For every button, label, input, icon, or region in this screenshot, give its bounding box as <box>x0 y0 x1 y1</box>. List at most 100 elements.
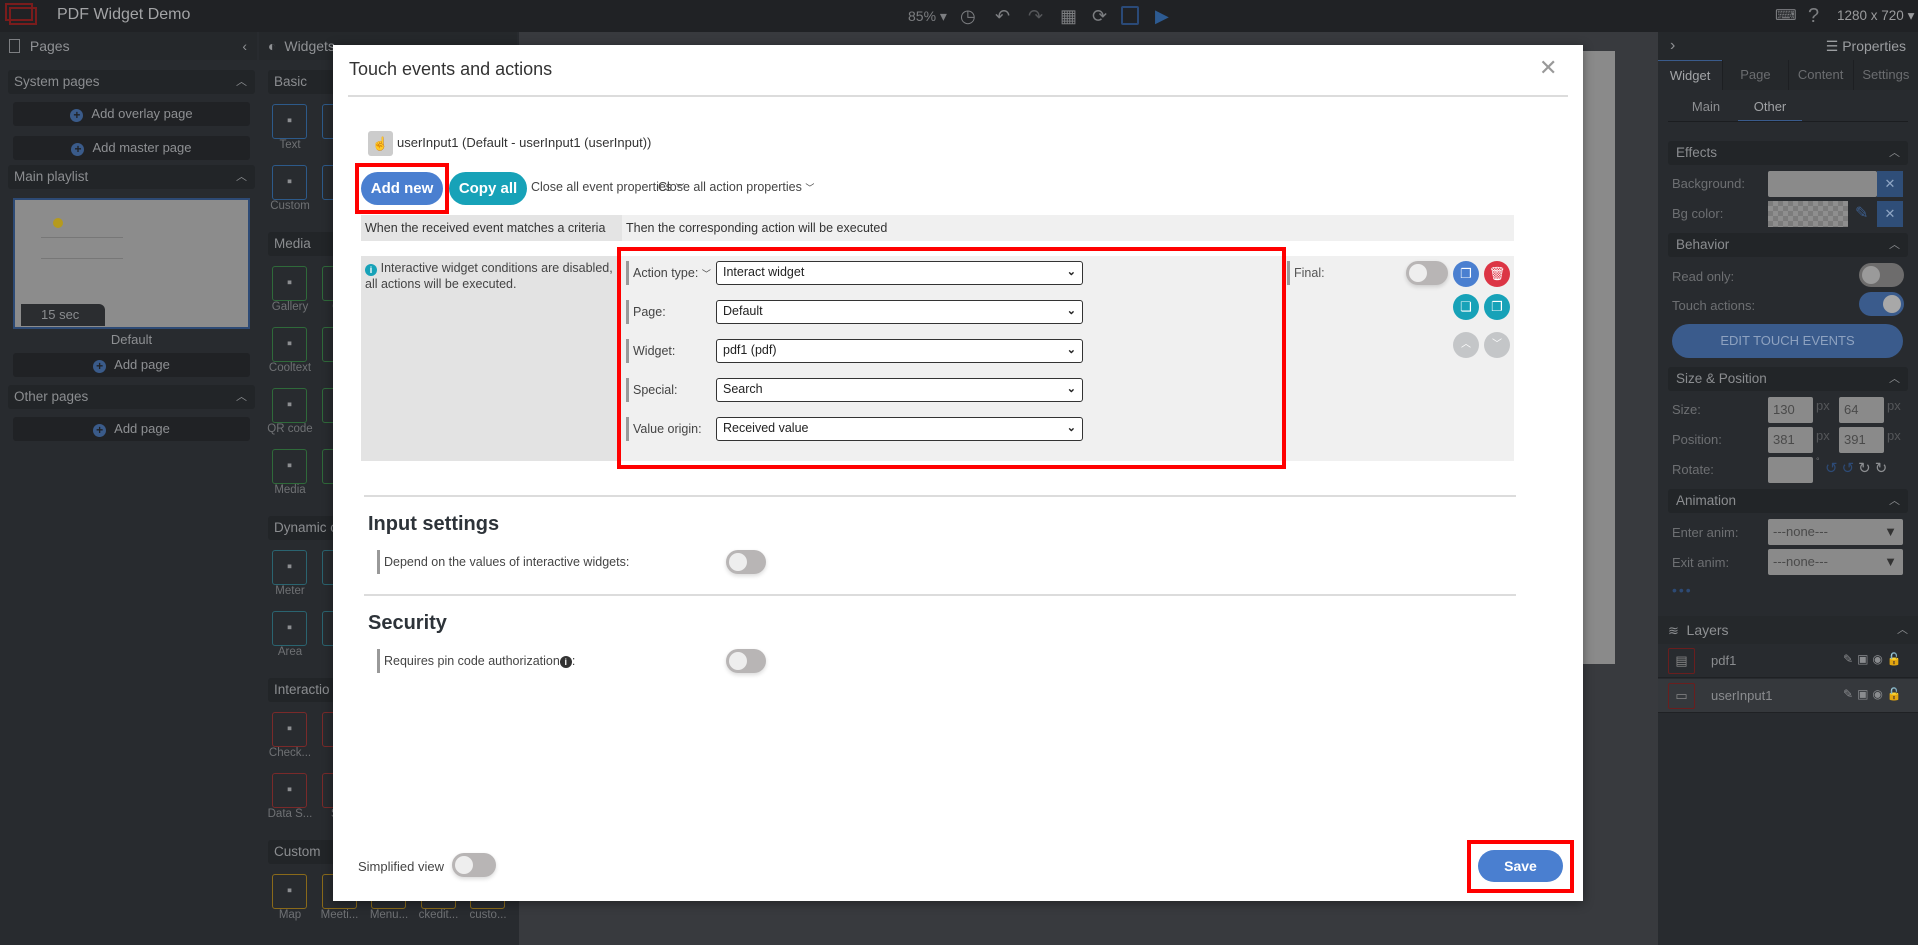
tab-content[interactable]: Content <box>1787 60 1853 90</box>
unlock-icon[interactable]: 🔓 <box>1887 687 1906 701</box>
pencil-icon[interactable]: ✎ <box>1843 687 1857 701</box>
enter-anim-select[interactable]: ---none--- ▼ <box>1768 519 1903 545</box>
divider <box>364 594 1516 596</box>
move-down-icon[interactable]: ﹀ <box>1484 332 1510 358</box>
layer-row[interactable]: ▭ userInput1 ✎▣◉🔓 <box>1658 679 1918 713</box>
add-new-button[interactable]: Add new <box>361 172 443 205</box>
widget-tile[interactable]: ▪ Media <box>272 449 320 496</box>
x-input[interactable]: 381 <box>1768 427 1813 453</box>
grid-icon[interactable]: ▦ <box>1060 7 1077 25</box>
expand-icon[interactable]: › <box>1670 32 1675 60</box>
refresh-icon[interactable]: ⟳ <box>1092 7 1107 25</box>
animation-header[interactable]: Animation ︿ <box>1668 489 1908 513</box>
close-action-properties-link[interactable]: Close all action properties ﹀ <box>658 180 814 194</box>
y-input[interactable]: 391 <box>1839 427 1884 453</box>
background-input[interactable] <box>1768 171 1877 197</box>
close-icon[interactable]: ✕ <box>1539 55 1557 81</box>
help-icon[interactable]: ? <box>1808 6 1819 26</box>
select-icon[interactable]: ▣ <box>1857 687 1872 701</box>
plus-icon: + <box>93 360 107 373</box>
section-title: Animation <box>1676 493 1737 508</box>
eyedropper-icon[interactable]: ✎ <box>1855 203 1868 223</box>
chevron-up-icon: ︿ <box>1889 239 1900 251</box>
exit-anim-select[interactable]: ---none--- ▼ <box>1768 549 1903 575</box>
layers-header[interactable]: ≋ Layers ︿ <box>1658 616 1918 644</box>
redo-icon[interactable]: ↷ <box>1028 7 1043 25</box>
final-toggle[interactable] <box>1406 261 1448 285</box>
eye-icon[interactable]: ◉ <box>1872 687 1886 701</box>
add-other-page-button[interactable]: + Add page <box>13 417 250 441</box>
trash-icon[interactable]: 🗑 <box>1484 261 1510 287</box>
clear-background-button[interactable]: ✕ <box>1877 171 1903 197</box>
tab-settings[interactable]: Settings <box>1852 60 1918 90</box>
rotate-ccw-icon[interactable]: ↺ <box>1842 460 1859 477</box>
keyboard-icon[interactable]: ⌨ <box>1775 7 1797 25</box>
history-icon[interactable]: ◷ <box>960 7 976 25</box>
eye-icon[interactable]: ◉ <box>1872 652 1886 666</box>
collapse-left-icon[interactable]: ‹ <box>242 32 247 60</box>
layer-row[interactable]: ▤ pdf1 ✎▣◉🔓 <box>1658 644 1918 678</box>
plus-icon: + <box>93 424 107 437</box>
hand-icon: ☝ <box>368 131 393 156</box>
rotate-buttons[interactable]: ↺↺↻↻ <box>1825 459 1891 477</box>
widget-icon: ▪ <box>272 874 307 909</box>
subtab-main[interactable]: Main <box>1674 92 1738 121</box>
resolution-select[interactable]: 1280 x 720 ▾ <box>1837 7 1914 25</box>
effects-header[interactable]: Effects ︿ <box>1668 141 1908 165</box>
save-icon[interactable] <box>1121 6 1139 25</box>
depend-toggle[interactable] <box>726 550 766 574</box>
simplified-view-toggle[interactable] <box>452 853 496 877</box>
button-label: Add overlay page <box>91 106 193 121</box>
size-position-header[interactable]: Size & Position ︿ <box>1668 367 1908 391</box>
section-title: Custom <box>274 844 321 859</box>
rotate-ccw-icon[interactable]: ↺ <box>1825 460 1842 477</box>
canvas-page[interactable] <box>1580 51 1615 664</box>
modal-title: Touch events and actions <box>349 59 553 79</box>
more-dots-icon[interactable]: ••• <box>1672 582 1693 598</box>
height-input[interactable]: 64 <box>1839 397 1884 423</box>
divider <box>348 95 1568 97</box>
bgcolor-label: Bg color: <box>1672 206 1724 221</box>
move-up-icon[interactable]: ︿ <box>1453 332 1479 358</box>
subtab-other[interactable]: Other <box>1738 92 1802 121</box>
save-button[interactable]: Save <box>1478 850 1563 882</box>
edit-touch-events-button[interactable]: EDIT TOUCH EVENTS <box>1672 324 1903 358</box>
paste-icon[interactable]: ❐ <box>1484 294 1510 320</box>
system-pages-header[interactable]: System pages ︿ <box>8 70 255 94</box>
widget-tile[interactable]: ▪ Meter <box>272 550 320 597</box>
bgcolor-swatch[interactable] <box>1768 201 1848 227</box>
properties-subtabs: Main Other <box>1668 92 1908 122</box>
unlock-icon[interactable]: 🔓 <box>1887 652 1906 666</box>
page-thumbnail-default[interactable]: 15 sec <box>13 198 250 329</box>
rotate-cw-icon[interactable]: ↻ <box>1858 460 1875 477</box>
touch-actions-toggle[interactable] <box>1859 292 1904 316</box>
tab-widget[interactable]: Widget <box>1658 60 1723 90</box>
undo-icon[interactable]: ↶ <box>995 7 1010 25</box>
zoom-select[interactable]: 85% ▾ <box>908 7 947 25</box>
copy-icon[interactable]: ❏ <box>1453 294 1479 320</box>
exit-anim-label: Exit anim: <box>1672 555 1730 570</box>
duplicate-icon[interactable]: ❐ <box>1453 261 1479 287</box>
highlight-action-fields <box>617 247 1286 469</box>
add-overlay-page-button[interactable]: + Add overlay page <box>13 102 250 126</box>
chevron-up-icon: ︿ <box>1889 373 1900 385</box>
read-only-toggle[interactable] <box>1859 263 1904 287</box>
select-icon[interactable]: ▣ <box>1857 652 1872 666</box>
tab-page[interactable]: Page <box>1722 60 1788 90</box>
pencil-icon[interactable]: ✎ <box>1843 652 1857 666</box>
copy-all-button[interactable]: Copy all <box>449 172 527 205</box>
pin-toggle[interactable] <box>726 649 766 673</box>
add-page-button[interactable]: + Add page <box>13 353 250 377</box>
pin-suffix: : <box>571 654 576 668</box>
clear-bgcolor-button[interactable]: ✕ <box>1877 201 1903 227</box>
rotate-cw-icon[interactable]: ↻ <box>1875 460 1892 477</box>
add-master-page-button[interactable]: + Add master page <box>13 136 250 160</box>
info-icon[interactable]: i <box>559 656 572 668</box>
width-input[interactable]: 130 <box>1768 397 1813 423</box>
other-pages-header[interactable]: Other pages ︿ <box>8 385 255 409</box>
play-icon[interactable]: ▶ <box>1155 7 1169 25</box>
main-playlist-header[interactable]: Main playlist ︿ <box>8 165 255 189</box>
depend-label: Depend on the values of interactive widg… <box>377 550 629 574</box>
behavior-header[interactable]: Behavior ︿ <box>1668 233 1908 257</box>
rotate-input[interactable] <box>1768 457 1813 483</box>
